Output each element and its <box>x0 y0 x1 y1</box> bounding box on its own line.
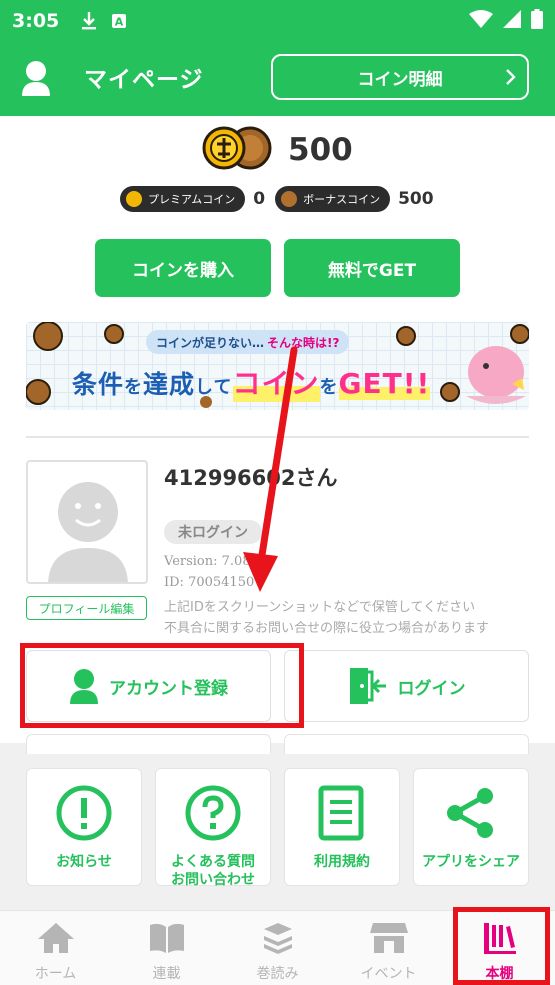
svg-text:A: A <box>115 16 124 29</box>
free-get-label: 無料でGET <box>327 260 417 281</box>
login-icon <box>348 666 388 706</box>
book-icon <box>147 921 187 959</box>
signal-icon <box>503 10 521 32</box>
nav-serial-label: 連載 <box>152 966 181 982</box>
coin-campaign-banner[interactable]: コインが足りない… そんな時は!? 条件 を 達成 して コイン を GET!! <box>26 322 529 410</box>
status-bar: 3:05 A <box>0 0 555 42</box>
tile-faq-contact[interactable]: よくある質問 お問い合わせ <box>155 768 271 889</box>
premium-coin-label: プレミアムコイン <box>148 193 236 206</box>
nav-serial[interactable]: 連載 <box>111 911 222 985</box>
banner-headline: 条件 を 達成 して コイン を GET!! <box>72 362 431 402</box>
download-icon <box>81 11 97 31</box>
account-register-button[interactable]: アカウント登録 <box>26 650 271 722</box>
nav-bookshelf[interactable]: 本棚 <box>444 911 555 985</box>
premium-coin-badge: プレミアムコイン <box>120 186 246 212</box>
bonus-coin-icon <box>279 189 300 209</box>
nav-event-label: イベント <box>360 966 417 982</box>
section-divider <box>26 436 529 438</box>
id-note-line-1: 上記IDをスクリーンショットなどで保管してください <box>164 600 476 615</box>
banner-word-3: コイン <box>232 362 320 402</box>
login-status-badge: 未ログイン <box>164 520 262 544</box>
profile-edit-label: プロフィール編集 <box>38 601 135 616</box>
battery-icon <box>531 9 543 33</box>
share-icon <box>443 785 499 845</box>
premium-coin-icon <box>124 189 144 209</box>
app-version: Version: 7.08.00 <box>164 554 272 569</box>
profile-edit-button[interactable]: プロフィール編集 <box>26 596 147 620</box>
bonus-coin-label: ボーナスコイン <box>303 193 381 206</box>
user-icon <box>69 668 99 704</box>
banner-pill: コインが足りない… そんな時は!? <box>146 330 350 354</box>
nav-home[interactable]: ホーム <box>0 911 111 985</box>
home-icon <box>36 921 76 959</box>
tile-share-app[interactable]: アプリをシェア <box>413 768 529 886</box>
nav-bookshelf-label: 本棚 <box>485 966 514 982</box>
bottom-navigation: ホーム 連載 巻読み イベント 本棚 <box>0 910 555 985</box>
partial-button <box>284 734 529 754</box>
shop-icon <box>369 921 409 959</box>
banner-word-1: 条件 <box>72 370 125 399</box>
app-header: マイページ コイン明細 <box>0 42 555 116</box>
coin-stack-icon <box>198 124 276 176</box>
tile-share-label: アプリをシェア <box>422 854 520 870</box>
chevron-right-icon <box>505 66 517 93</box>
default-avatar-icon <box>48 482 128 582</box>
user-id: ID: 70054150 <box>164 575 255 590</box>
premium-coin-count: 0 <box>253 189 266 209</box>
tile-terms[interactable]: 利用規約 <box>284 768 400 886</box>
banner-particle-2: して <box>195 377 233 398</box>
banner-particle-3: を <box>319 377 339 398</box>
tile-faq-line-1: よくある質問 <box>171 854 255 870</box>
exclamation-icon <box>56 785 112 845</box>
username: 412996602さん <box>164 466 338 490</box>
notification-app-icon: A <box>111 13 127 29</box>
banner-word-2: 達成 <box>143 370 196 399</box>
banner-particle-1: を <box>124 377 144 398</box>
tile-faq-line-2: お問い合わせ <box>171 872 255 888</box>
coin-detail-button[interactable]: コイン明細 <box>271 54 529 100</box>
free-get-button[interactable]: 無料でGET <box>284 239 460 297</box>
wifi-icon <box>469 10 493 32</box>
tile-notices-label: お知らせ <box>56 854 112 870</box>
bookshelf-icon <box>480 921 520 959</box>
stack-icon <box>258 921 298 959</box>
login-button[interactable]: ログイン <box>284 650 529 722</box>
banner-word-4: GET!! <box>338 367 431 400</box>
id-note-line-2: 不具合に関するお問い合せの際に役立つ場合があります <box>164 621 490 636</box>
bonus-coin-count: 500 <box>398 189 434 209</box>
buy-coins-button[interactable]: コインを購入 <box>95 239 271 297</box>
nav-volume-label: 巻読み <box>256 966 299 982</box>
banner-pill-text: コインが足りない… <box>156 335 265 350</box>
nav-event[interactable]: イベント <box>333 911 444 985</box>
tile-terms-label: 利用規約 <box>314 854 370 870</box>
coin-total: 500 <box>198 124 353 176</box>
buy-coins-label: コインを購入 <box>132 260 234 281</box>
profile-avatar <box>26 460 148 584</box>
coin-total-value: 500 <box>288 132 353 168</box>
coin-breakdown: プレミアムコイン 0 ボーナスコイン 500 <box>120 186 444 212</box>
page-title: マイページ <box>84 67 204 93</box>
coin-detail-label: コイン明細 <box>357 69 443 90</box>
question-icon <box>185 785 241 845</box>
bonus-coin-badge: ボーナスコイン <box>275 186 391 212</box>
document-icon <box>317 785 367 845</box>
login-status-label: 未ログイン <box>178 525 248 541</box>
status-time: 3:05 <box>12 10 60 32</box>
banner-pill-emphasis: そんな時は!? <box>267 335 340 350</box>
tile-notices[interactable]: お知らせ <box>26 768 142 886</box>
tile-faq-label: よくある質問 お問い合わせ <box>171 853 255 889</box>
account-register-label: アカウント登録 <box>109 678 228 699</box>
partial-button <box>26 734 271 754</box>
nav-volume-reading[interactable]: 巻読み <box>222 911 333 985</box>
nav-home-label: ホーム <box>34 966 77 982</box>
login-label: ログイン <box>397 678 466 699</box>
user-icon <box>20 60 52 100</box>
